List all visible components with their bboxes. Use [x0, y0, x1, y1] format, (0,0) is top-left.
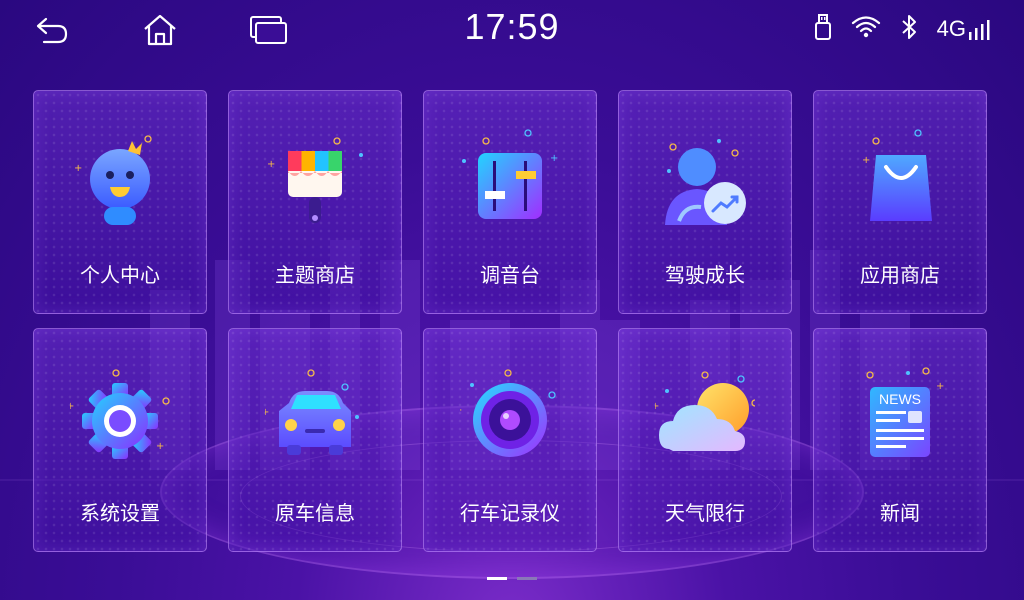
bluetooth-icon [899, 13, 919, 45]
app-label: 原车信息 [275, 501, 355, 525]
app-label: 新闻 [880, 501, 920, 525]
svg-text:+: + [156, 441, 164, 452]
app-grid: + 个人中心 + 主题商店 + 调音台 驾驶成长 + 应用商店 + + 系统设置… [33, 90, 987, 552]
app-label: 行车记录仪 [460, 501, 560, 525]
svg-text:+: + [550, 153, 558, 164]
app-tile-driving-growth[interactable]: 驾驶成长 [618, 90, 792, 314]
dashcam-icon: + [460, 369, 556, 457]
avatar-icon: + [74, 135, 152, 225]
equalizer-icon: + [462, 129, 558, 219]
signal-icon [969, 20, 990, 40]
gear-icon: + + [70, 369, 170, 459]
page-indicator[interactable] [487, 577, 537, 580]
app-tile-news[interactable]: + NEWS 新闻 [813, 328, 987, 552]
page-dot-active[interactable] [487, 577, 507, 580]
app-tile-app-store[interactable]: + 应用商店 [813, 90, 987, 314]
app-label: 应用商店 [860, 263, 940, 287]
shopping-bag-icon: + [862, 129, 932, 221]
paintbrush-icon: + [267, 137, 363, 223]
app-label: 系统设置 [80, 501, 160, 525]
page-dot[interactable] [517, 577, 537, 580]
svg-text:+: + [267, 159, 275, 170]
app-tile-profile[interactable]: + 个人中心 [33, 90, 207, 314]
svg-text:+: + [265, 407, 269, 418]
app-tile-mixer[interactable]: + 调音台 [423, 90, 597, 314]
wifi-icon [851, 15, 881, 43]
app-tile-dashcam[interactable]: + 行车记录仪 [423, 328, 597, 552]
news-icon: + NEWS [866, 367, 944, 457]
driver-growth-icon [665, 139, 746, 225]
app-tile-theme-store[interactable]: + 主题商店 [228, 90, 402, 314]
app-label: 主题商店 [275, 263, 355, 287]
svg-text:+: + [862, 155, 870, 166]
network-type: 4G [936, 16, 966, 41]
app-tile-weather[interactable]: + 天气限行 [618, 328, 792, 552]
app-label: 天气限行 [665, 501, 745, 525]
app-tile-settings[interactable]: + + 系统设置 [33, 328, 207, 552]
svg-text:+: + [70, 401, 74, 412]
car-icon: + [265, 369, 359, 455]
status-bar: 17:59 4G [0, 0, 1024, 58]
app-label: 个人中心 [80, 263, 160, 287]
app-label: 调音台 [480, 263, 540, 287]
app-label: 驾驶成长 [665, 263, 745, 287]
usb-icon [813, 13, 833, 45]
news-badge-text: NEWS [879, 391, 921, 407]
app-tile-vehicle-info[interactable]: + 原车信息 [228, 328, 402, 552]
svg-text:+: + [936, 381, 944, 392]
svg-text:+: + [655, 401, 659, 412]
svg-text:+: + [460, 405, 462, 416]
svg-text:+: + [74, 163, 82, 174]
weather-icon: + [655, 371, 755, 451]
